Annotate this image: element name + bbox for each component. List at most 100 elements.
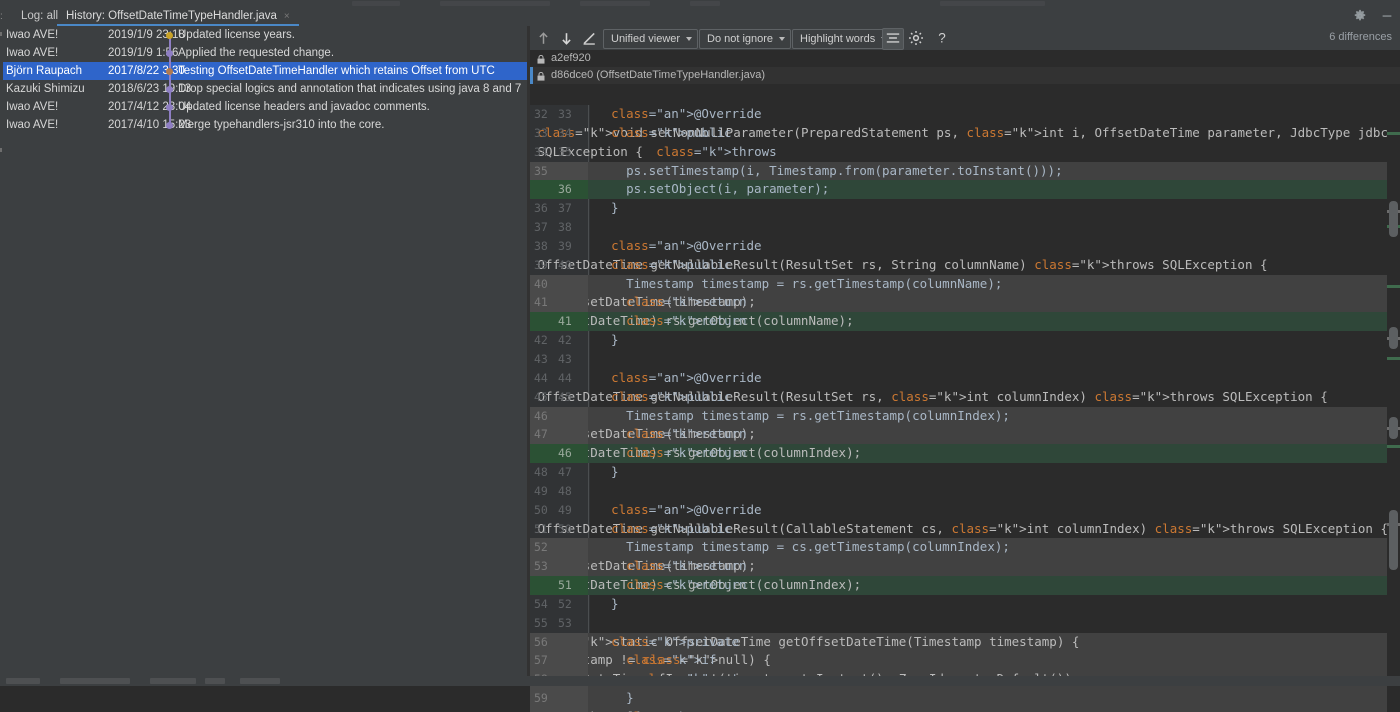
code-line[interactable]: 51 50 class="k">public OffsetDateTime get…: [530, 520, 1400, 539]
line-number-right: 47: [558, 465, 572, 480]
revision-hash-before: a2ef920: [551, 52, 591, 64]
history-row[interactable]: Iwao AVE! 2019/1/9 23:18 Updated license…: [0, 26, 527, 44]
scrollbar-thumb[interactable]: [1389, 510, 1398, 570]
code-line-deleted[interactable]: 41 class="k">return getOffsetDateTime(ti…: [530, 293, 1400, 313]
code-line[interactable]: 43 43: [530, 350, 1400, 369]
line-number-left: 47: [534, 427, 548, 442]
pencil-icon[interactable]: [581, 30, 598, 47]
code-line-deleted[interactable]: 52 Timestamp timestamp = cs.getTimestamp…: [530, 538, 1400, 558]
code-line[interactable]: 37 38: [530, 218, 1400, 237]
revision-hash-after: d86dce0 (OffsetDateTimeTypeHandler.java): [551, 69, 766, 81]
code-line[interactable]: 48 47 }: [530, 463, 1400, 482]
scrollbar-thumb[interactable]: [1389, 417, 1398, 439]
diff-code-area[interactable]: 32 33 class="an">@Override 33 34 class="k">…: [530, 105, 1400, 712]
line-numbers: 42 42: [530, 331, 588, 350]
intellij-history-window: : Log: all History: OffsetDateTimeTypeHa…: [0, 0, 1400, 712]
revision-header-before[interactable]: a2ef920: [530, 50, 1400, 67]
code-line[interactable]: 36 37 }: [530, 199, 1400, 218]
scrollbar-thumb[interactable]: [1389, 201, 1398, 237]
line-number-left: 34: [534, 144, 548, 159]
scrollbar-thumb[interactable]: [1389, 327, 1398, 349]
gear-icon[interactable]: [1353, 9, 1367, 23]
diff-scrollbar[interactable]: [1387, 105, 1400, 712]
history-row[interactable]: Kazuki Shimizu 2018/6/23 19:13 Drop spec…: [0, 80, 527, 98]
code-line[interactable]: 45 45 class="k">public OffsetDateTime get…: [530, 388, 1400, 407]
whitespace-mode-select[interactable]: Do not ignore: [699, 29, 792, 49]
code-text: }: [596, 690, 634, 706]
help-icon[interactable]: ?: [932, 28, 952, 48]
code-line-deleted[interactable]: 57 class="k">if (timestamp != class="k">…: [530, 651, 1400, 671]
code-line[interactable]: 38 39 class="an">@Override: [530, 237, 1400, 256]
line-numbers: 41: [530, 312, 588, 332]
code-line[interactable]: 42 42 }: [530, 331, 1400, 350]
commit-graph-node: [163, 116, 177, 134]
code-line-deleted[interactable]: 56 class="k">private class="k">static Of…: [530, 632, 1400, 652]
code-line[interactable]: 39 40 class="k">public OffsetDateTime get…: [530, 256, 1400, 275]
code-line-deleted[interactable]: 60 class="k">return class="k">null;: [530, 708, 1400, 712]
history-row[interactable]: Iwao AVE! 2019/1/9 1:56 Applied the requ…: [0, 44, 527, 62]
line-number-left: 46: [534, 408, 548, 423]
code-line-deleted[interactable]: 53 class="k">return getOffsetDateTime(ti…: [530, 557, 1400, 577]
revision-header-after[interactable]: d86dce0 (OffsetDateTimeTypeHandler.java): [530, 67, 1400, 84]
code-text: class="k">return: [626, 577, 747, 593]
code-line-added[interactable]: 46 class="k">return (OffsetDateTime) rs.…: [530, 444, 1400, 464]
history-list[interactable]: Iwao AVE! 2019/1/9 23:18 Updated license…: [0, 26, 527, 676]
line-numbers: 56: [530, 632, 588, 652]
code-line[interactable]: 55 53: [530, 614, 1400, 633]
close-icon[interactable]: ×: [284, 11, 290, 22]
history-row-selected[interactable]: Björn Raupach 2017/8/22 3:30 Testing Off…: [0, 62, 527, 80]
code-text: class="k">if: [626, 652, 717, 668]
code-line[interactable]: 49 48: [530, 482, 1400, 501]
line-number-left: 42: [534, 333, 548, 348]
line-numbers: 46: [530, 444, 588, 464]
code-line[interactable]: 50 49 class="an">@Override: [530, 501, 1400, 520]
minimize-icon[interactable]: [1380, 9, 1394, 23]
code-text: class="an">@Override: [611, 501, 762, 517]
chevron-down-icon: [779, 37, 786, 41]
line-numbers: 60: [530, 708, 588, 712]
commit-author: Iwao AVE!: [6, 119, 59, 131]
code-line-deleted[interactable]: 35 ps.setTimestamp(i, Timestamp.from(par…: [530, 161, 1400, 181]
code-text: class="k">public: [611, 520, 732, 536]
arrow-up-icon[interactable]: [535, 30, 552, 47]
collapse-unchanged-icon[interactable]: [882, 28, 904, 50]
history-row[interactable]: Iwao AVE! 2017/4/10 15:23 Merge typehand…: [0, 116, 527, 134]
highlight-mode-select[interactable]: Highlight words: [792, 29, 894, 49]
window-controls: [1353, 9, 1394, 23]
code-line-deleted[interactable]: 40 Timestamp timestamp = rs.getTimestamp…: [530, 274, 1400, 294]
diff-toolbar: Unified viewer Do not ignore Highlight w…: [530, 26, 1400, 50]
code-line-deleted[interactable]: 47 class="k">return getOffsetDateTime(ti…: [530, 425, 1400, 445]
code-line[interactable]: 32 33 class="an">@Override: [530, 105, 1400, 124]
line-numbers: 39 40: [530, 256, 588, 275]
tab-history-file[interactable]: History: OffsetDateTimeTypeHandler.java ×: [57, 7, 299, 26]
code-line-deleted[interactable]: 46 Timestamp timestamp = rs.getTimestamp…: [530, 406, 1400, 426]
arrow-down-icon[interactable]: [558, 30, 575, 47]
line-numbers: 44 44: [530, 369, 588, 388]
line-number-right: 36: [558, 182, 572, 197]
viewer-mode-select[interactable]: Unified viewer: [603, 29, 699, 49]
commit-subject: Testing OffsetDateTimeHandler which reta…: [178, 65, 495, 77]
code-text: class="k">public: [611, 256, 732, 272]
left-gutter-strip: [0, 26, 3, 676]
line-number-right: 34: [558, 125, 572, 140]
code-text: class="k">return: [596, 708, 1400, 712]
line-number-right: 40: [558, 257, 572, 272]
code-text: }: [596, 464, 619, 480]
code-line-added[interactable]: 51 class="k">return (OffsetDateTime) cs.…: [530, 576, 1400, 595]
line-numbers: 59: [530, 689, 588, 708]
code-line-deleted[interactable]: 59 }: [530, 689, 1400, 708]
code-line[interactable]: 34 35 class="k">throws SQLException {: [530, 143, 1400, 162]
line-number-left: 50: [534, 502, 548, 517]
code-text: class="an">@Override: [611, 369, 762, 385]
line-numbers: 47: [530, 425, 588, 445]
code-line-added[interactable]: 41 class="k">return (OffsetDateTime) rs.…: [530, 312, 1400, 332]
code-line-added[interactable]: 36 ps.setObject(i, parameter);: [530, 180, 1400, 200]
code-line[interactable]: 54 52 }: [530, 595, 1400, 614]
gear-icon[interactable]: [906, 28, 926, 48]
code-text: class="k">return: [626, 313, 747, 329]
line-numbers: 41: [530, 293, 588, 313]
code-text: ps.setTimestamp(i, Timestamp.from(parame…: [596, 162, 1063, 178]
history-row[interactable]: Iwao AVE! 2017/4/12 23:04 Updated licens…: [0, 98, 527, 116]
code-line[interactable]: 44 44 class="an">@Override: [530, 369, 1400, 388]
code-line[interactable]: 33 34 class="k">public class="k">void set…: [530, 124, 1400, 143]
